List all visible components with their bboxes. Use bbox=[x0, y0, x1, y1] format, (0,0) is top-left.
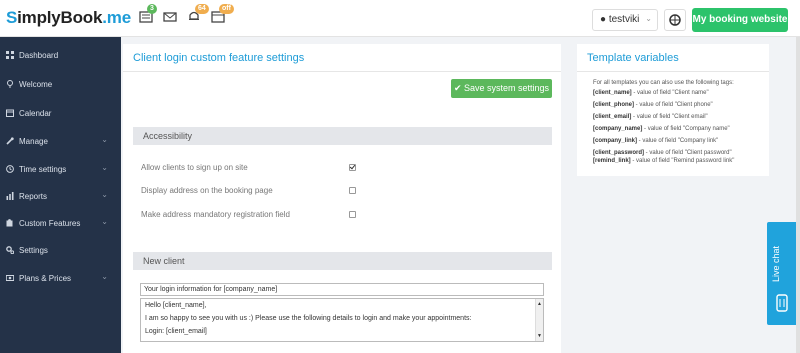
textarea-scrollbar[interactable]: ▲ ▼ bbox=[535, 299, 543, 341]
template-variable-row: [client_phone] - value of field "Client … bbox=[593, 102, 713, 108]
wrench-icon bbox=[6, 137, 14, 145]
tasks-badge: 3 bbox=[147, 4, 157, 14]
sidebar-item-settings[interactable]: Settings bbox=[0, 237, 121, 263]
lightbulb-icon bbox=[6, 80, 14, 88]
mandatory-address-checkbox[interactable] bbox=[349, 211, 356, 218]
user-menu[interactable]: ● testviki ⌄ bbox=[592, 9, 658, 31]
sidebar-item-calendar[interactable]: Calendar bbox=[0, 100, 121, 126]
sidebar-item-dashboard[interactable]: Dashboard bbox=[0, 42, 121, 68]
globe-icon[interactable] bbox=[664, 9, 686, 31]
chevron-down-icon: ⌄ bbox=[101, 272, 108, 281]
divider bbox=[123, 71, 561, 72]
accessibility-section-header: Accessibility bbox=[133, 127, 552, 145]
money-icon bbox=[5, 274, 15, 282]
tasks-icon[interactable]: 3 bbox=[139, 4, 157, 26]
option-display-address: Display address on the booking page bbox=[141, 186, 273, 195]
chevron-down-icon: ⌄ bbox=[101, 163, 108, 172]
check-icon: ✔ bbox=[453, 83, 462, 93]
user-name: testviki bbox=[608, 14, 640, 25]
option-allow-signup: Allow clients to sign up on site bbox=[141, 163, 248, 172]
email-subject-input[interactable]: Your login information for [company_name… bbox=[140, 283, 544, 296]
settings-panel: Client login custom feature settings ✔ S… bbox=[123, 44, 561, 353]
gears-icon bbox=[6, 246, 15, 255]
bell-icon[interactable]: 64 bbox=[187, 4, 209, 26]
user-icon: ● bbox=[600, 14, 607, 25]
chevron-down-icon: ⌄ bbox=[645, 14, 652, 23]
email-body-textarea[interactable]: Hello [client_name], I am so happy to se… bbox=[140, 298, 544, 342]
template-variables-intro: For all templates you can also use the f… bbox=[593, 80, 734, 86]
bar-chart-icon bbox=[6, 192, 14, 200]
option-mandatory-address: Make address mandatory registration fiel… bbox=[141, 210, 290, 219]
chevron-down-icon: ⌄ bbox=[101, 190, 108, 199]
notifications-badge: 64 bbox=[195, 4, 209, 14]
scroll-up-icon[interactable]: ▲ bbox=[537, 301, 542, 307]
template-variables-title: Template variables bbox=[587, 52, 679, 64]
sidebar-item-reports[interactable]: Reports ⌄ bbox=[0, 183, 121, 209]
divider bbox=[577, 71, 769, 72]
sidebar-item-welcome[interactable]: Welcome bbox=[0, 71, 121, 97]
clock-icon bbox=[6, 165, 14, 173]
template-variable-row: [client_name] - value of field "Client n… bbox=[593, 90, 709, 96]
template-variable-row: [company_link] - value of field "Company… bbox=[593, 138, 719, 144]
template-variable-row: [remind_link] - value of field "Remind p… bbox=[593, 158, 735, 164]
sidebar-item-manage[interactable]: Manage ⌄ bbox=[0, 128, 121, 154]
chevron-down-icon: ⌄ bbox=[101, 217, 108, 226]
sidebar-item-plans-prices[interactable]: Plans & Prices ⌄ bbox=[0, 265, 121, 291]
logo[interactable]: SimplyBook.me bbox=[6, 8, 131, 28]
sidebar-item-custom-features[interactable]: Custom Features ⌄ bbox=[0, 210, 121, 236]
sidebar: Dashboard Welcome Calendar Manage ⌄ Time… bbox=[0, 37, 121, 353]
calendar-icon bbox=[6, 109, 14, 117]
calendar-badge: off bbox=[219, 4, 234, 14]
scroll-down-icon[interactable]: ▼ bbox=[537, 333, 542, 339]
allow-signup-checkbox[interactable] bbox=[349, 164, 356, 171]
top-bar: SimplyBook.me 3 64 off ● testviki ⌄ My b… bbox=[0, 0, 800, 37]
puzzle-icon bbox=[6, 219, 14, 227]
new-client-section-header: New client bbox=[133, 252, 552, 270]
template-variable-row: [client_password] - value of field "Clie… bbox=[593, 150, 732, 156]
template-variable-row: [client_email] - value of field "Client … bbox=[593, 114, 708, 120]
display-address-checkbox[interactable] bbox=[349, 187, 356, 194]
page-scrollbar[interactable] bbox=[796, 37, 800, 353]
sidebar-item-time-settings[interactable]: Time settings ⌄ bbox=[0, 156, 121, 182]
template-variables-panel: Template variables For all templates you… bbox=[577, 44, 769, 176]
my-booking-website-button[interactable]: My booking website bbox=[692, 8, 788, 32]
calendar-icon[interactable]: off bbox=[211, 4, 234, 26]
page-title: Client login custom feature settings bbox=[133, 52, 305, 64]
chat-icon bbox=[776, 294, 788, 317]
chevron-down-icon: ⌄ bbox=[101, 135, 108, 144]
dashboard-icon bbox=[6, 51, 14, 59]
template-variable-row: [company_name] - value of field "Company… bbox=[593, 126, 730, 132]
save-system-settings-button[interactable]: ✔ Save system settings bbox=[451, 79, 552, 98]
live-chat-button[interactable]: Live chat bbox=[767, 222, 797, 325]
mail-icon[interactable] bbox=[163, 10, 181, 26]
